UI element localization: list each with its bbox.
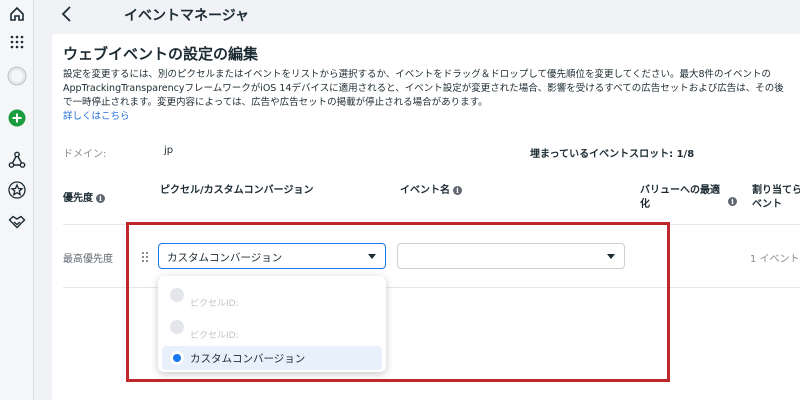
info-icon[interactable]: i xyxy=(453,186,462,195)
event-slots-count: 埋まっているイベントスロット: 1/8 xyxy=(530,149,695,160)
star-icon[interactable] xyxy=(7,180,27,200)
highlight-annotation-frame xyxy=(126,222,670,382)
handshake-icon[interactable] xyxy=(7,212,27,232)
top-bar: イベントマネージャ xyxy=(34,0,800,30)
info-icon[interactable]: i xyxy=(96,194,105,203)
nav-rail xyxy=(0,0,34,400)
grid-icon[interactable] xyxy=(7,32,27,52)
description-line: AppTrackingTransparencyフレームワークがiOS 14デバイ… xyxy=(63,83,784,94)
header-value-optimization-line: 化 xyxy=(640,199,650,210)
home-icon[interactable] xyxy=(7,4,27,24)
assigned-events-count: 1 イベント xyxy=(750,254,800,265)
domain-value: jp xyxy=(164,145,174,156)
header-priority: 優先度 i xyxy=(63,192,105,206)
account-avatar-icon[interactable] xyxy=(7,66,27,86)
page-title: イベントマネージャ xyxy=(124,8,250,24)
header-priority-label: 優先度 xyxy=(63,193,93,204)
back-arrow-icon[interactable] xyxy=(60,5,74,23)
header-assigned-events-line: 割り当てら xyxy=(752,185,800,196)
description-line: 設定を変更するには、別のピクセルまたはイベントをリストから選択するか、イベントを… xyxy=(63,69,772,80)
header-pixel: ピクセル/カスタムコンバージョン xyxy=(160,185,314,196)
learn-more-link[interactable]: 詳しくはこちら xyxy=(63,111,130,122)
header-value-optimization-line: バリューへの最適 xyxy=(640,185,720,196)
row-priority-label: 最高優先度 xyxy=(63,254,113,265)
add-icon[interactable] xyxy=(7,108,27,128)
description-line: で一時停止されます。変更内容によっては、広告や広告セットの掲載が停止される場合が… xyxy=(63,97,488,108)
info-icon[interactable]: i xyxy=(728,197,737,206)
description: 設定を変更するには、別のピクセルまたはイベントをリストから選択するか、イベントを… xyxy=(63,68,800,124)
header-assigned-events: 割り当てら ベント xyxy=(752,184,800,212)
header-assigned-events-line: ベント xyxy=(752,199,782,210)
header-value-optimization: バリューへの最適 化 xyxy=(640,184,720,212)
header-event-name: イベント名 i xyxy=(400,184,462,198)
network-icon[interactable] xyxy=(7,150,27,170)
domain-label: ドメイン: xyxy=(63,149,107,160)
section-heading: ウェブイベントの設定の編集 xyxy=(63,45,259,63)
header-event-name-label: イベント名 xyxy=(400,185,450,196)
